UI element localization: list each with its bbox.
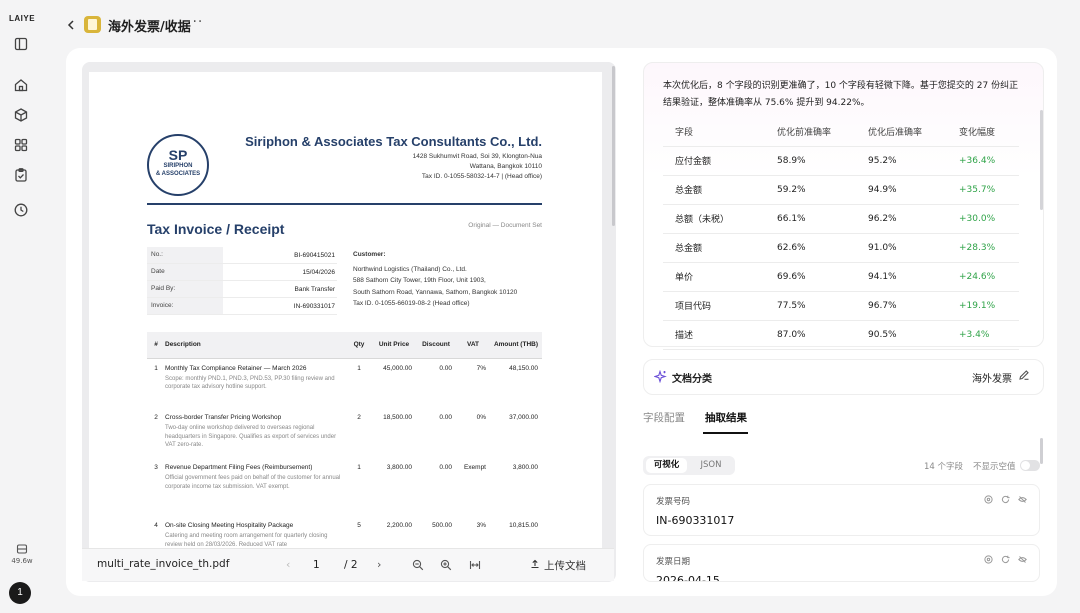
table-row: 描述 87.0% 90.5% +3.4% [663, 320, 1019, 350]
table-row: 总金额 62.6% 91.0% +28.3% [663, 233, 1019, 263]
fit-width-icon[interactable] [469, 559, 481, 571]
refresh-icon[interactable] [1001, 495, 1010, 504]
hide-eye-icon[interactable] [1018, 495, 1027, 504]
table-row: 总金额 59.2% 94.9% +35.7% [663, 175, 1019, 205]
field-label: 发票号码 [656, 497, 691, 507]
active-tab-indicator [703, 432, 748, 434]
refresh-icon[interactable] [1001, 555, 1010, 564]
sparkle-icon [654, 370, 667, 383]
user-avatar[interactable]: 1 [9, 582, 31, 604]
usage-text: 49.6w [11, 557, 33, 565]
field-count: 14 个字段 [924, 462, 964, 472]
upload-label: 上传文档 [544, 560, 586, 572]
company-name: Siriphon & Associates Tax Consultants Co… [245, 134, 542, 149]
hide-eye-icon[interactable] [1018, 555, 1027, 564]
field-card-invoice-number[interactable]: 发票号码 IN-690331017 [643, 484, 1040, 536]
locate-icon[interactable] [984, 495, 993, 504]
classification-value: 海外发票 [972, 374, 1012, 385]
home-icon[interactable] [13, 77, 29, 93]
storage-icon [16, 544, 28, 554]
back-arrow-icon[interactable] [66, 17, 76, 31]
page-number-input[interactable]: 1 [313, 559, 320, 571]
table-row: 2 Cross-border Transfer Pricing Workshop… [154, 414, 538, 448]
file-name: multi_rate_invoice_th.pdf [97, 558, 230, 570]
summary-scrollbar[interactable] [1040, 110, 1043, 210]
page-total: / 2 [344, 559, 358, 571]
invoice-title: Tax Invoice / Receipt [147, 221, 285, 237]
document-type-icon [84, 16, 101, 33]
company-logo: SP SIRIPHON & ASSOCIATES [147, 134, 209, 196]
table-row: 3 Revenue Department Filing Fees (Reimbu… [154, 464, 538, 490]
classification-label: 文档分类 [672, 374, 712, 385]
more-options-button[interactable]: ··· [187, 14, 203, 30]
upload-button[interactable]: 上传文档 [530, 558, 586, 573]
prev-page-icon[interactable]: ‹ [286, 558, 290, 571]
accuracy-comparison-table: 字段 优化前准确率 优化后准确率 变化幅度 应付金额 58.9% 95.2% +36.… [663, 118, 1019, 350]
left-rail: LAIYE 49.6w 1 [0, 0, 42, 613]
zoom-out-icon[interactable] [412, 559, 424, 571]
meta-row: Invoice: IN-690331017 [147, 298, 337, 315]
field-card-invoice-date[interactable]: 发票日期 2026-04-15 [643, 544, 1040, 582]
invoice-meta: No.: BI-690415021 Date 15/04/2026 Paid By:… [147, 247, 337, 315]
table-row: 4 On-site Closing Meeting Hospitality Pa… [154, 522, 538, 548]
hide-empty-toggle[interactable] [1020, 460, 1040, 471]
next-page-icon[interactable]: › [377, 558, 381, 571]
page-title: 海外发票/收据 [108, 20, 191, 35]
history-clock-icon[interactable] [13, 202, 29, 218]
meta-row: No.: BI-690415021 [147, 247, 337, 264]
upload-icon [530, 559, 540, 572]
table-row: 1 Monthly Tax Compliance Retainer — Marc… [154, 364, 538, 391]
apps-grid-icon[interactable] [13, 137, 29, 153]
field-value[interactable]: 2026-04-15 [656, 574, 720, 581]
tab-extraction-result[interactable]: 抽取结果 [705, 410, 747, 425]
meta-row: Date 15/04/2026 [147, 264, 337, 281]
clipboard-check-icon[interactable] [13, 167, 29, 183]
app-logo: LAIYE [9, 14, 36, 23]
usage-indicator[interactable]: 49.6w [7, 543, 37, 565]
invoice-subtitle: Original — Document Set [468, 222, 542, 229]
meta-row: Paid By: Bank Transfer [147, 281, 337, 298]
view-json-button[interactable]: JSON [690, 458, 732, 473]
locate-icon[interactable] [984, 555, 993, 564]
hide-empty-label: 不显示空值 [973, 462, 1016, 472]
view-visual-button[interactable]: 可视化 [646, 458, 687, 473]
preview-scrollbar[interactable] [612, 66, 615, 226]
zoom-in-icon[interactable] [440, 559, 452, 571]
results-scrollbar[interactable] [1040, 438, 1043, 464]
line-items-table: # Description Qty Unit Price Discount VA… [147, 332, 542, 552]
sidebar-toggle-icon[interactable] [13, 36, 29, 52]
box-icon[interactable] [13, 107, 29, 123]
table-row: 项目代码 77.5% 96.7% +19.1% [663, 291, 1019, 321]
header-divider [147, 203, 542, 205]
table-row: 应付金额 58.9% 95.2% +36.4% [663, 146, 1019, 176]
summary-text: 本次优化后，8 个字段的识别更准确了，10 个字段有轻微下降。基于您提交的 27… [663, 81, 1019, 108]
edit-pencil-icon[interactable] [1018, 369, 1030, 381]
table-row: 单价 69.6% 94.1% +24.6% [663, 262, 1019, 292]
table-row: 总额（未税） 66.1% 96.2% +30.0% [663, 204, 1019, 234]
invoice-page: SP SIRIPHON & ASSOCIATES Siriphon & Asso… [89, 72, 602, 552]
tab-field-config[interactable]: 字段配置 [643, 410, 685, 425]
field-value[interactable]: IN-690331017 [656, 514, 734, 527]
customer-block: Customer: Northwind Logistics (Thailand)… [353, 251, 518, 307]
field-label: 发票日期 [656, 557, 691, 567]
company-address: 1428 Sukhumvit Road, Soi 39, Klongton-Nu… [412, 153, 542, 180]
